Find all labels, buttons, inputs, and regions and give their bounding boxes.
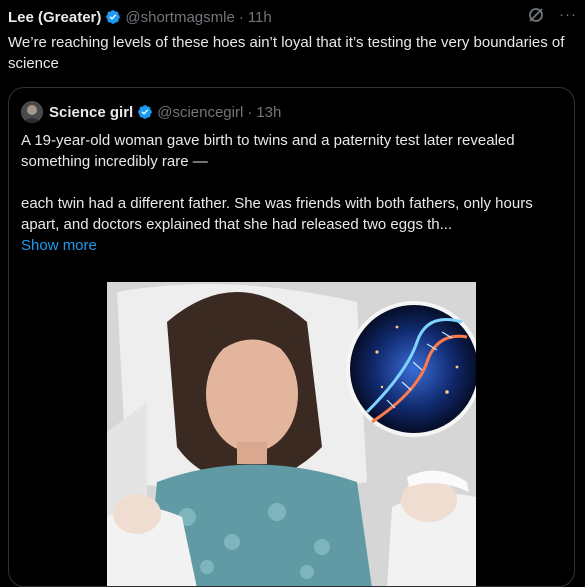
quote-media-image[interactable] [107, 282, 476, 586]
quote-text: A 19-year-old woman gave birth to twins … [21, 130, 561, 256]
verified-badge-icon [137, 104, 153, 120]
more-options-icon[interactable]: ··· [559, 6, 577, 24]
quote-paragraph-2: each twin had a different father. She wa… [21, 195, 533, 233]
show-more-link[interactable]: Show more [21, 235, 561, 256]
verified-badge-icon [105, 9, 121, 25]
separator-dot: · [238, 8, 244, 26]
quote-header: Science girl @sciencegirl · 13h [21, 100, 281, 124]
quote-author-name[interactable]: Science girl [49, 104, 133, 121]
tweet-time[interactable]: 11h [248, 9, 272, 26]
tweet-header: Lee (Greater) @shortmagsmle · 11h ··· [8, 6, 577, 28]
separator-dot: · [247, 103, 253, 121]
tweet-text: We’re reaching levels of these hoes ain’… [8, 34, 565, 72]
avatar[interactable] [21, 101, 43, 123]
header-actions: ··· [527, 6, 577, 24]
grok-icon[interactable] [527, 6, 545, 24]
quote-paragraph-1: A 19-year-old woman gave birth to twins … [21, 132, 515, 170]
quote-time[interactable]: 13h [256, 104, 281, 121]
quote-author-handle[interactable]: @sciencegirl [157, 104, 243, 121]
author-name[interactable]: Lee (Greater) [8, 9, 101, 26]
author-handle[interactable]: @shortmagsmle [125, 9, 234, 26]
quoted-tweet[interactable]: Science girl @sciencegirl · 13h A 19-yea… [8, 87, 575, 587]
